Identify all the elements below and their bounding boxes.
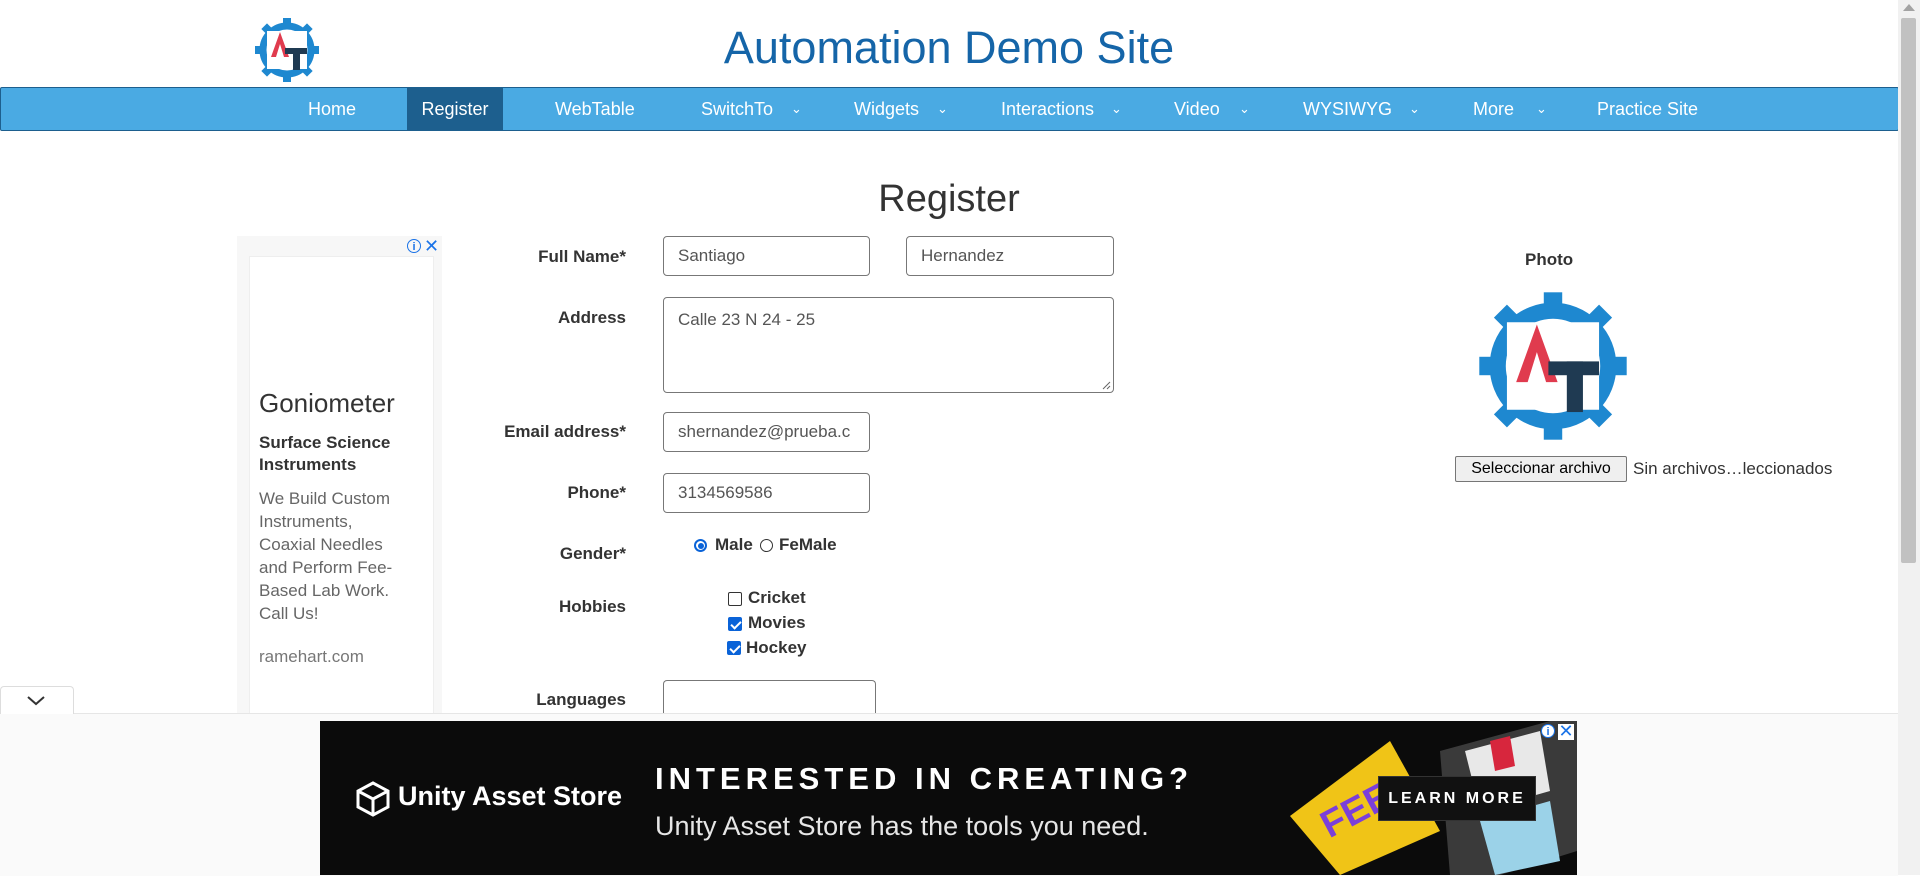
first-name-input[interactable]: Santiago (663, 236, 870, 276)
hobby-hockey-checkbox[interactable] (727, 641, 741, 655)
page-title: Register (878, 178, 1020, 220)
ad-body[interactable]: We Build Custom Instruments, Coaxial Nee… (259, 487, 409, 625)
file-status-text: Sin archivos…leccionados (1633, 459, 1833, 478)
nav-video[interactable]: Video ⌄ (1174, 88, 1254, 130)
ad-domain[interactable]: ramehart.com (259, 647, 364, 667)
gender-female-radio[interactable] (760, 539, 773, 552)
address-textarea[interactable]: Calle 23 N 24 - 25 (663, 297, 1114, 393)
nav-register[interactable]: Register (407, 88, 503, 130)
hobby-cricket-checkbox[interactable] (728, 592, 742, 606)
chevron-down-icon: ⌄ (1409, 101, 1420, 116)
nav-interactions[interactable]: Interactions ⌄ (1001, 88, 1126, 130)
nav-home[interactable]: Home (308, 88, 356, 130)
ad-info-icon[interactable]: i (407, 239, 421, 253)
hobby-hockey-label: Hockey (746, 638, 807, 657)
nav-wysiwyg-label: WYSIWYG (1303, 99, 1392, 119)
nav-widgets[interactable]: Widgets ⌄ (854, 88, 954, 130)
main-navbar: Home Register WebTable SwitchTo ⌄ Widgets… (0, 87, 1899, 131)
collapse-ad-tab[interactable] (0, 686, 74, 714)
site-title: Automation Demo Site (723, 22, 1175, 73)
banner-headline: INTERESTED IN CREATING? (655, 761, 1194, 796)
nav-switchto-label: SwitchTo (701, 99, 774, 119)
nav-webtable[interactable]: WebTable (555, 88, 635, 130)
nav-video-label: Video (1174, 99, 1220, 119)
gender-male-label: Male (715, 535, 753, 554)
left-ad-panel[interactable] (237, 236, 442, 716)
chevron-down-icon: ⌄ (1239, 101, 1250, 116)
email-input[interactable]: shernandez@prueba.c (663, 412, 870, 452)
banner-brand: Unity Asset Store (398, 781, 623, 811)
scrollbar-thumb[interactable] (1901, 18, 1916, 563)
ad-title[interactable]: Goniometer (259, 388, 395, 419)
learn-more-button[interactable]: LEARN MORE (1378, 776, 1536, 821)
chevron-down-icon: ⌄ (937, 101, 948, 116)
chevron-down-icon: ⌄ (1536, 101, 1547, 116)
hobby-movies-label: Movies (748, 613, 806, 632)
choose-file-button[interactable]: Seleccionar archivo (1455, 456, 1627, 482)
photo-preview-logo (1479, 292, 1627, 440)
ad-info-icon[interactable]: i (1541, 724, 1555, 738)
nav-home-label: Home (308, 99, 357, 119)
address-value: Calle 23 N 24 - 25 (678, 310, 816, 329)
nav-more[interactable]: More ⌄ (1473, 88, 1553, 130)
gender-male-radio[interactable] (694, 539, 707, 552)
gender-female-label: FeMale (779, 535, 837, 554)
unity-cube-icon (356, 781, 390, 817)
nav-more-label: More (1473, 99, 1515, 119)
chevron-down-icon: ⌄ (791, 101, 802, 116)
nav-practice-site[interactable]: Practice Site (1597, 88, 1698, 130)
chevron-down-icon (27, 696, 45, 706)
banner-subline: Unity Asset Store has the tools you need… (655, 811, 1149, 841)
last-name-input[interactable]: Hernandez (906, 236, 1114, 276)
nav-register-label: Register (421, 99, 489, 119)
nav-webtable-label: WebTable (555, 99, 635, 119)
ad-close-icon[interactable]: ✕ (424, 237, 439, 255)
nav-practice-site-label: Practice Site (1597, 99, 1699, 119)
nav-switchto[interactable]: SwitchTo ⌄ (701, 88, 806, 130)
phone-input[interactable]: 3134569586 (663, 473, 870, 513)
nav-interactions-label: Interactions (1001, 99, 1095, 119)
photo-label: Photo (1525, 250, 1574, 269)
nav-wysiwyg[interactable]: WYSIWYG ⌄ (1303, 88, 1423, 130)
scroll-up-arrow-icon[interactable] (1903, 4, 1915, 11)
chevron-down-icon: ⌄ (1111, 101, 1122, 116)
ad-company[interactable]: Surface Science Instruments (259, 432, 409, 476)
nav-widgets-label: Widgets (854, 99, 920, 119)
bottom-ad-banner[interactable]: Unity Asset Store INTERESTED IN CREATING… (320, 721, 1577, 875)
hobby-cricket-label: Cricket (748, 588, 806, 607)
hobby-movies-checkbox[interactable] (728, 617, 742, 631)
ad-close-icon[interactable]: ✕ (1558, 722, 1574, 740)
resize-handle-icon[interactable] (1101, 380, 1111, 390)
